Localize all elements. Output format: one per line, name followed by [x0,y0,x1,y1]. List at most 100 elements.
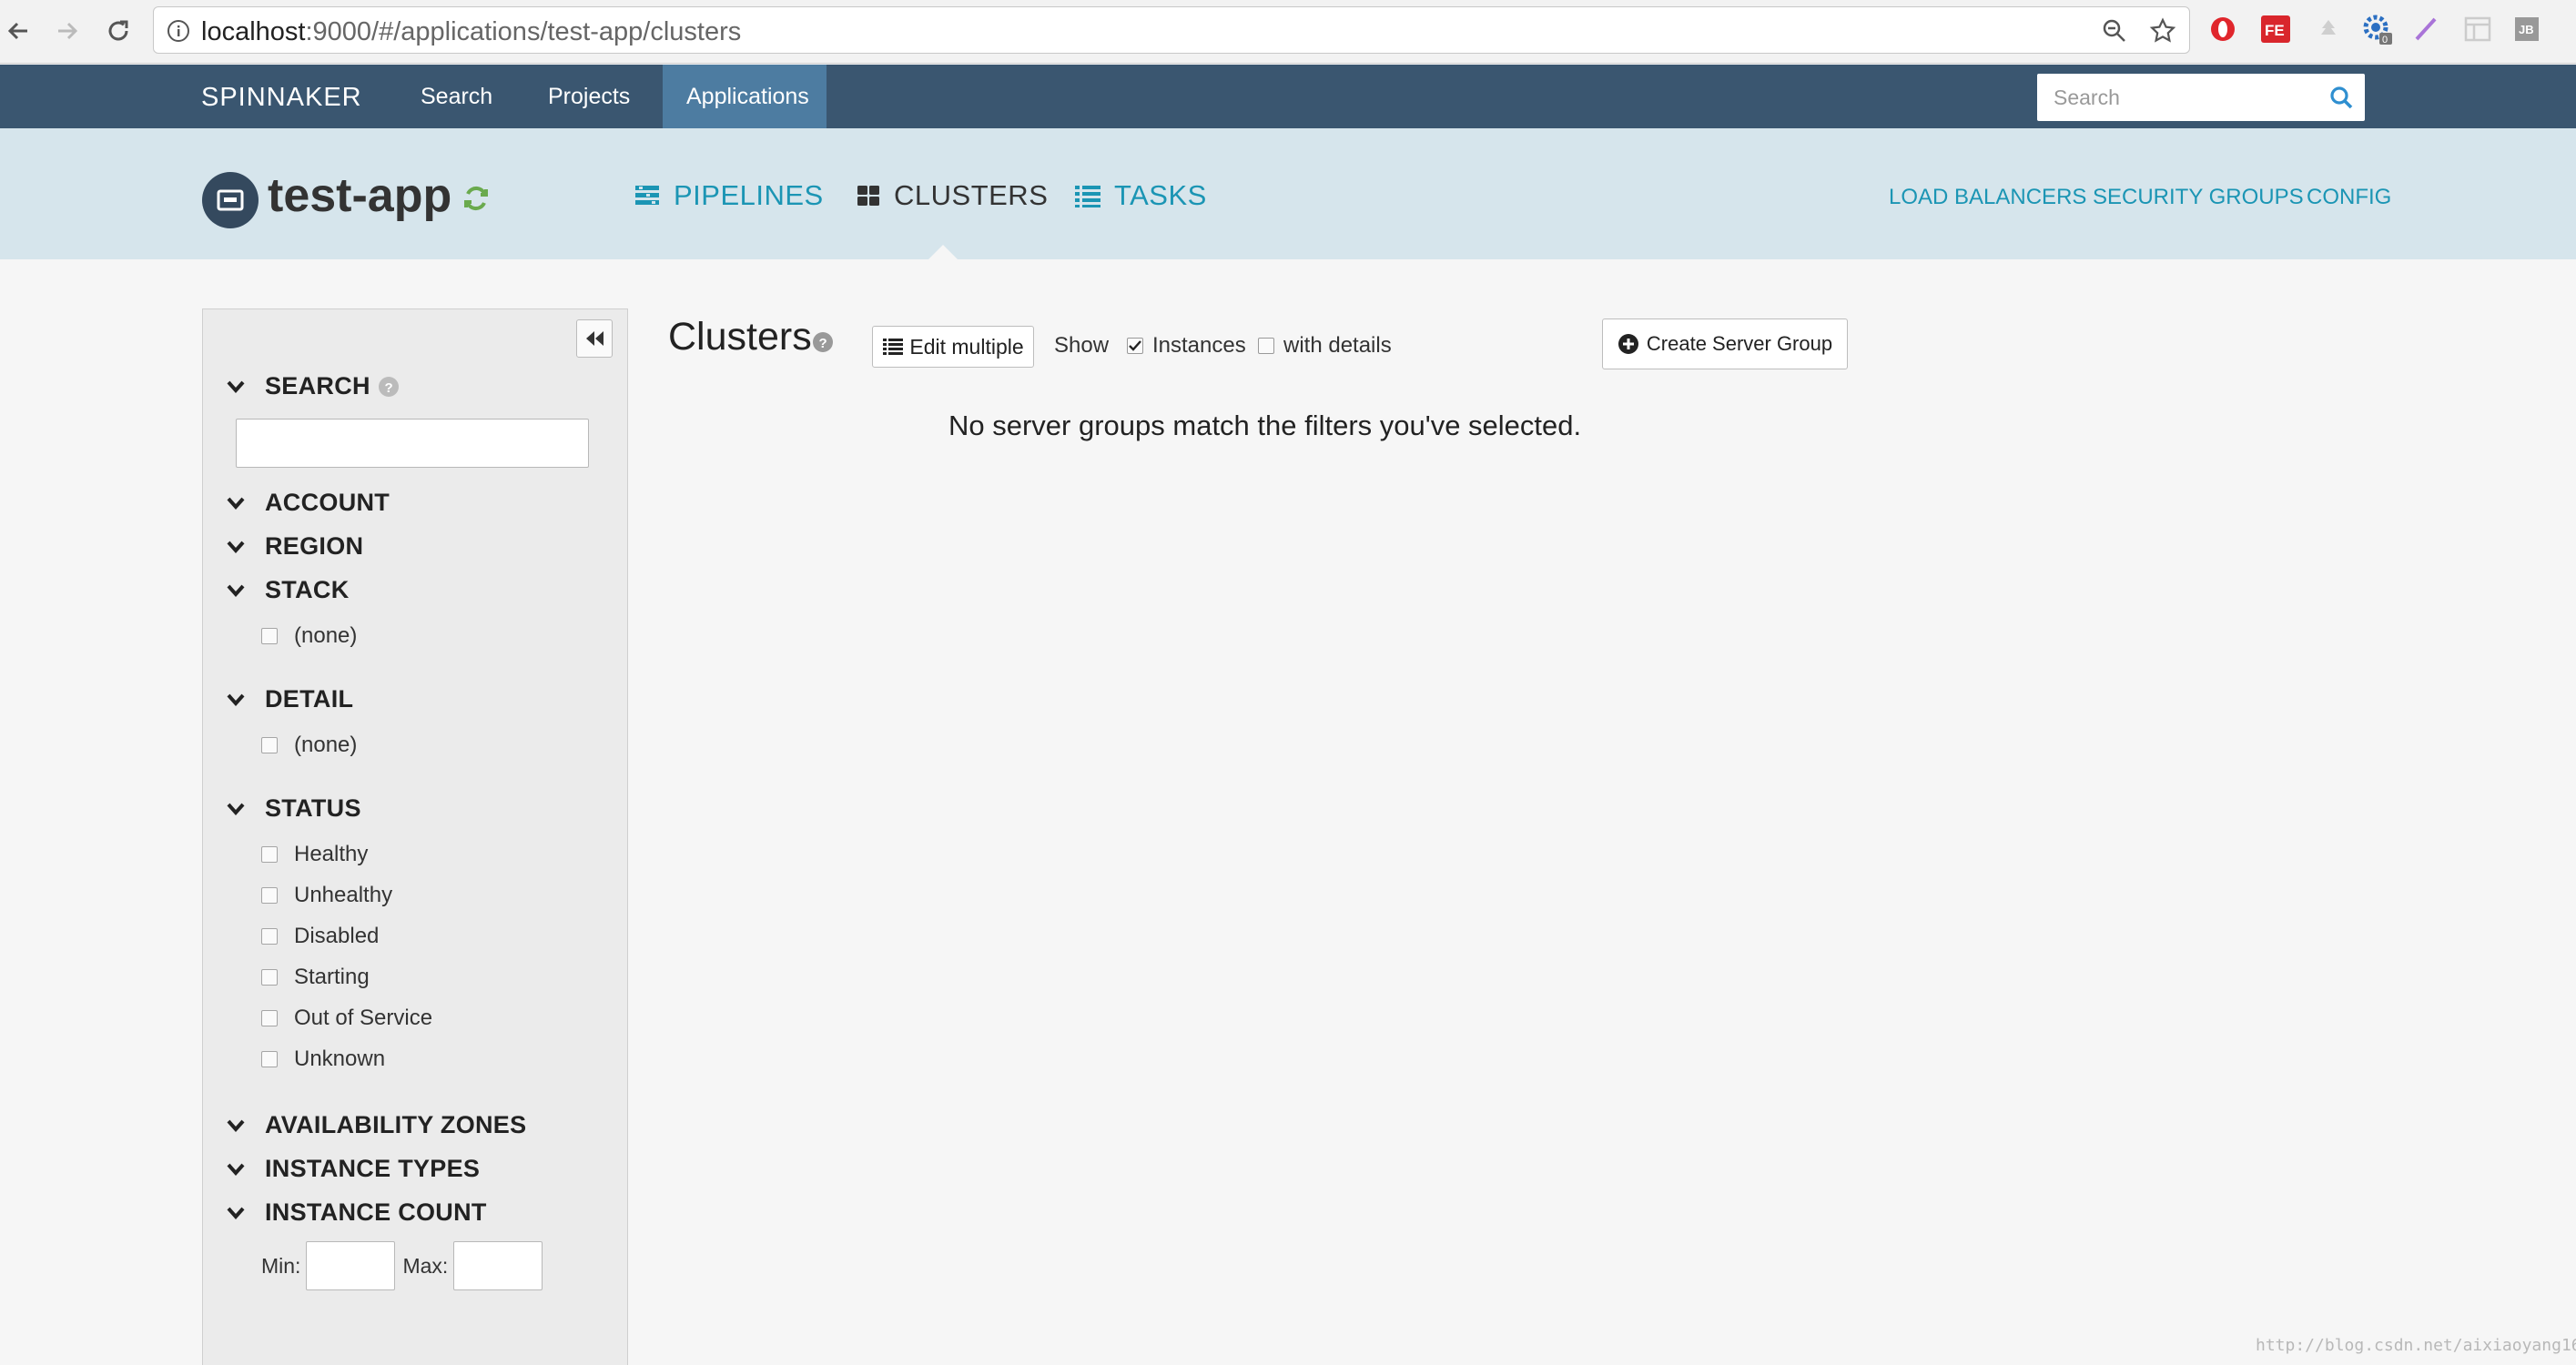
checkbox[interactable] [261,737,278,753]
empty-state-message: No server groups match the filters you'v… [948,410,1582,441]
checkbox[interactable] [261,1010,278,1026]
edit-multiple-label: Edit multiple [909,334,1024,359]
fe-extension-icon[interactable]: FE [2259,13,2292,46]
with-details-checkbox[interactable] [1258,338,1274,354]
help-icon[interactable]: ? [812,331,834,358]
nav-link-applications[interactable]: Applications [663,65,827,128]
filter-section-instance-types[interactable]: INSTANCE TYPES [227,1155,480,1183]
filter-section-status[interactable]: STATUS [227,794,361,823]
show-instances-option[interactable]: Instances [1127,333,1246,359]
checkbox[interactable] [261,846,278,863]
chevron-down-icon [227,693,247,706]
filter-section-availability-zones[interactable]: AVAILABILITY ZONES [227,1111,526,1139]
edit-multiple-button[interactable]: Edit multiple [872,326,1034,368]
chevron-down-icon [227,803,247,815]
bookmark-star-icon[interactable] [2149,17,2176,45]
nav-link-search[interactable]: Search [397,65,516,128]
filter-section-account[interactable]: ACCOUNT [227,489,390,517]
opera-extension-icon[interactable] [2206,13,2239,46]
status-option-disabled[interactable]: Disabled [261,924,379,949]
create-server-group-label: Create Server Group [1646,332,1833,355]
search-icon[interactable] [2328,85,2354,115]
checkbox[interactable] [261,1051,278,1067]
tab-pipelines-label: PIPELINES [674,179,824,211]
layout-extension-icon[interactable] [2461,13,2494,46]
address-bar[interactable]: localhost:9000/#/applications/test-app/c… [153,6,2190,54]
checkbox[interactable] [261,969,278,986]
browser-toolbar: localhost:9000/#/applications/test-app/c… [0,0,2576,64]
link-load-balancers[interactable]: LOAD BALANCERS [1889,185,2086,210]
link-config[interactable]: CONFIG [2307,185,2391,210]
filter-section-region[interactable]: REGION [227,532,363,561]
checkbox[interactable] [261,628,278,644]
filter-search-input[interactable] [236,419,589,468]
link-security-groups[interactable]: SECURITY GROUPS [2093,185,2304,210]
double-chevron-left-icon [586,331,603,346]
section-label: ACCOUNT [265,489,390,516]
filter-section-search[interactable]: SEARCH ? [227,372,400,400]
jb-extension-icon[interactable]: JB [2510,13,2543,46]
back-icon[interactable] [0,13,36,49]
refresh-icon[interactable] [461,183,492,218]
page-title: Clusters [668,315,812,359]
option-label: Disabled [294,924,380,948]
global-search-input[interactable] [2037,74,2310,121]
application-name: test-app [268,169,452,222]
status-option-out-of-service[interactable]: Out of Service [261,1006,432,1031]
info-icon[interactable] [167,19,190,43]
section-label: REGION [265,532,364,560]
instances-label: Instances [1152,333,1246,358]
section-label: INSTANCE COUNT [265,1198,487,1226]
checkbox[interactable] [261,887,278,904]
tasks-icon [1075,186,1100,207]
status-option-unhealthy[interactable]: Unhealthy [261,883,392,908]
section-label: STATUS [265,794,361,822]
svg-text:?: ? [819,336,827,351]
tab-pipelines[interactable]: PIPELINES [634,179,824,212]
nav-link-projects[interactable]: Projects [524,65,654,128]
checkbox[interactable] [261,928,278,945]
status-option-starting[interactable]: Starting [261,965,370,990]
pipelines-icon [635,186,659,205]
section-label: DETAIL [265,685,354,713]
forward-icon[interactable] [49,13,86,49]
tab-tasks[interactable]: TASKS [1074,179,1207,212]
global-search [2037,74,2365,121]
url-text: localhost:9000/#/applications/test-app/c… [201,17,741,47]
chevron-down-icon [227,1163,247,1176]
zoom-icon[interactable] [2102,18,2127,44]
create-server-group-button[interactable]: Create Server Group [1602,318,1848,369]
clusters-icon [857,186,879,206]
show-details-option[interactable]: with details [1258,333,1392,359]
brand-logo[interactable]: SPINNAKER [201,83,362,113]
tab-clusters-label: CLUSTERS [894,179,1049,211]
collapse-sidebar-button[interactable] [576,319,613,358]
detail-option[interactable]: (none) [261,733,357,758]
section-label: STACK [265,576,350,603]
status-option-healthy[interactable]: Healthy [261,842,368,867]
stack-option[interactable]: (none) [261,623,357,649]
with-details-label: with details [1283,333,1392,358]
filter-section-instance-count[interactable]: INSTANCE COUNT [227,1198,487,1227]
pen-extension-icon[interactable] [2410,13,2443,46]
filter-sidebar: SEARCH ? ACCOUNT REGION STACK (none) DET… [202,308,628,1365]
instances-checkbox[interactable] [1127,338,1143,354]
watermark: http://blog.csdn.net/aixiaoyang168 [2256,1336,2576,1355]
min-input[interactable] [306,1241,396,1290]
reload-icon[interactable] [100,13,137,49]
svg-text:?: ? [384,380,392,396]
chevron-down-icon [227,380,247,393]
plus-circle-icon [1618,334,1638,354]
option-label: (none) [294,733,358,757]
gear-extension-icon[interactable]: 0 [2361,13,2394,46]
filter-section-detail[interactable]: DETAIL [227,685,353,713]
top-nav: SPINNAKER Search Projects Applications [0,65,2576,128]
filter-section-stack[interactable]: STACK [227,576,350,604]
tree-extension-icon[interactable] [2312,13,2345,46]
status-option-unknown[interactable]: Unknown [261,1046,385,1072]
help-icon[interactable]: ? [378,376,400,398]
max-input[interactable] [453,1241,543,1290]
svg-text:JB: JB [2519,23,2534,36]
section-label: INSTANCE TYPES [265,1155,481,1182]
tab-clusters[interactable]: CLUSTERS [856,179,1048,212]
